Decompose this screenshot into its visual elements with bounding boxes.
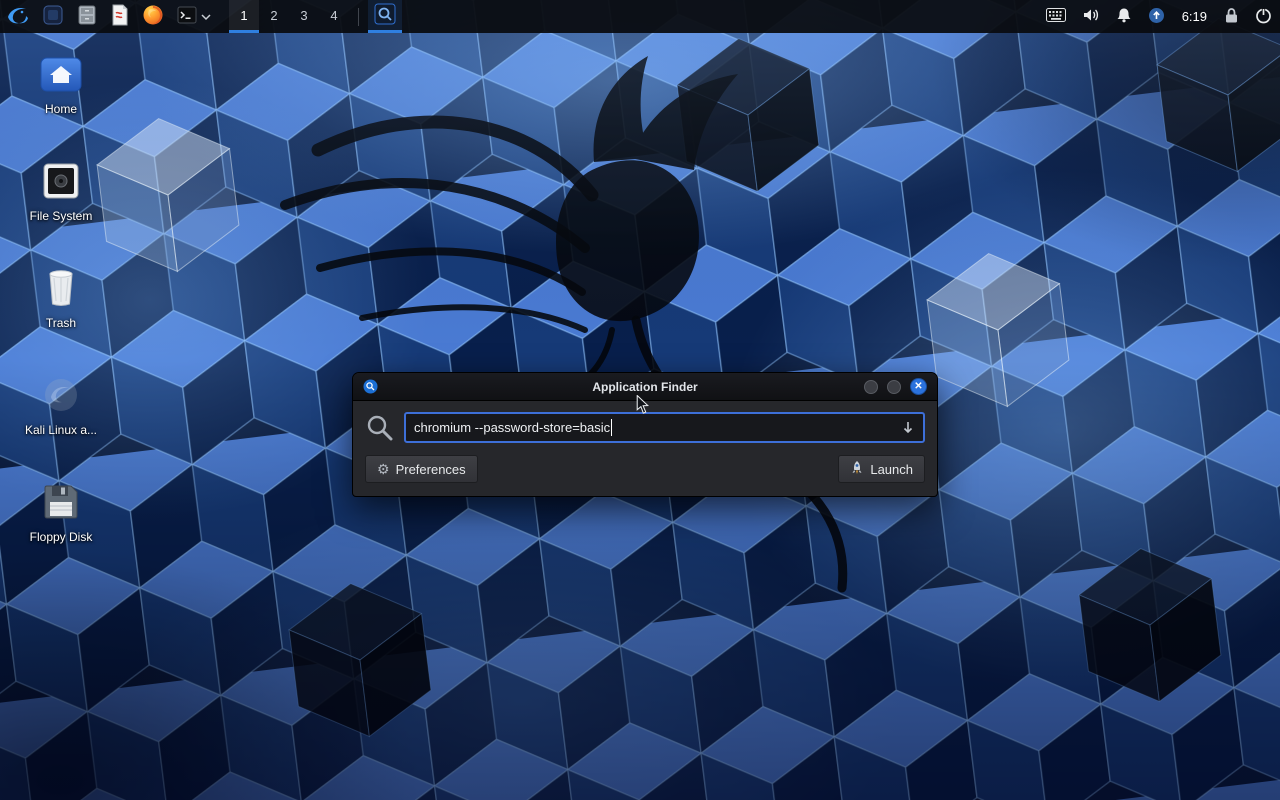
file-manager-button[interactable]: [70, 0, 104, 33]
button-row: ⚙ Preferences Launch: [365, 455, 925, 483]
update-circle-icon: [1148, 7, 1165, 27]
chevron-down-icon: [201, 9, 211, 24]
desktop-icon-label: File System: [30, 209, 93, 223]
desktop-icon-label: Trash: [46, 316, 76, 330]
search-input-value: chromium --password-store=basic: [414, 420, 610, 435]
minimize-button[interactable]: [864, 380, 878, 394]
document-icon: [110, 4, 130, 29]
files-app-icon: [42, 4, 64, 29]
rocket-icon: [850, 460, 864, 478]
close-button[interactable]: ✕: [910, 378, 927, 395]
desktop-icon-label: Home: [45, 102, 77, 116]
search-row: chromium --password-store=basic: [365, 412, 925, 443]
terminal-icon: [176, 4, 198, 29]
panel-left: 1 2 3 4: [0, 0, 402, 33]
workspace-button-2[interactable]: 2: [259, 0, 289, 33]
preferences-label: Preferences: [396, 462, 466, 477]
desktop-icon-list: Home File System Trash: [12, 50, 110, 585]
lock-icon: [1224, 7, 1239, 27]
desktop-icon-label: Floppy Disk: [30, 530, 93, 544]
firefox-icon: [142, 4, 164, 29]
speaker-icon: [1082, 7, 1100, 26]
floppy-disk-icon: [37, 478, 85, 526]
preferences-button[interactable]: ⚙ Preferences: [365, 455, 478, 483]
desktop: 1 2 3 4: [0, 0, 1280, 800]
application-finder-task-icon: [374, 3, 396, 28]
power-icon: [1255, 7, 1272, 27]
titlebar[interactable]: Application Finder ✕: [353, 373, 937, 401]
top-panel: 1 2 3 4: [0, 0, 1280, 33]
workspace-button-3[interactable]: 3: [289, 0, 319, 33]
maximize-button[interactable]: [887, 380, 901, 394]
bell-icon: [1116, 7, 1132, 26]
keyboard-indicator[interactable]: [1038, 0, 1074, 33]
application-finder-window: Application Finder ✕ chromium --passw: [352, 372, 938, 497]
window-controls: ✕: [864, 378, 927, 395]
taskbar-item-application-finder[interactable]: [368, 0, 402, 33]
launch-button[interactable]: Launch: [838, 455, 925, 483]
workspace-button-4[interactable]: 4: [319, 0, 349, 33]
panel-right: 6:19: [1038, 0, 1280, 33]
desktop-icon-floppy-disk[interactable]: Floppy Disk: [12, 478, 110, 585]
kali-ghost-icon: [37, 371, 85, 419]
desktop-icon-label: Kali Linux a...: [25, 423, 97, 437]
power-button[interactable]: [1247, 0, 1280, 33]
desktop-icon-home[interactable]: Home: [12, 50, 110, 157]
home-folder-icon: [37, 50, 85, 98]
desktop-icon-trash[interactable]: Trash: [12, 264, 110, 371]
screen-lock-indicator[interactable]: [1216, 0, 1247, 33]
keyboard-icon: [1046, 8, 1066, 25]
notifications-indicator[interactable]: [1108, 0, 1140, 33]
file-cabinet-icon: [76, 4, 98, 29]
window-title: Application Finder: [353, 380, 937, 394]
gear-icon: ⚙: [377, 462, 390, 476]
trash-icon: [37, 264, 85, 312]
workspace-switcher: 1 2 3 4: [229, 0, 349, 33]
text-caret: [611, 419, 612, 436]
volume-indicator[interactable]: [1074, 0, 1108, 33]
text-editor-button[interactable]: [104, 0, 136, 33]
files-app-button[interactable]: [36, 0, 70, 33]
desktop-icon-kali-linux[interactable]: Kali Linux a...: [12, 371, 110, 478]
close-icon: ✕: [914, 382, 922, 392]
workspace-button-1[interactable]: 1: [229, 0, 259, 33]
terminal-launcher-button[interactable]: [170, 0, 217, 33]
drive-icon: [37, 157, 85, 205]
search-input[interactable]: chromium --password-store=basic: [404, 412, 925, 443]
update-indicator[interactable]: [1140, 0, 1173, 33]
panel-separator: [358, 8, 359, 26]
kali-menu-button[interactable]: [0, 0, 36, 33]
kali-logo-icon: [6, 4, 30, 29]
clock[interactable]: 6:19: [1173, 9, 1216, 24]
window-body: chromium --password-store=basic ⚙ Prefer…: [353, 401, 937, 496]
window-app-icon: [363, 379, 378, 394]
desktop-icon-file-system[interactable]: File System: [12, 157, 110, 264]
launch-label: Launch: [870, 462, 913, 477]
dropdown-arrow-icon[interactable]: [901, 420, 915, 435]
firefox-button[interactable]: [136, 0, 170, 33]
search-icon: [365, 413, 395, 443]
